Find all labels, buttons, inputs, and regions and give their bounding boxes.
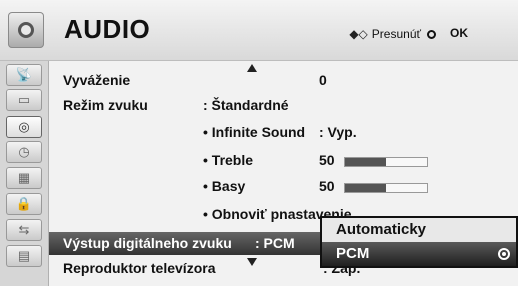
dpad-icon: ◆◇ <box>349 27 368 41</box>
treble-label[interactable]: • Treble <box>203 152 253 168</box>
infinite-sound-value: : Vyp. <box>319 124 357 140</box>
scroll-up-arrow-icon[interactable] <box>247 64 257 72</box>
page-title: AUDIO <box>64 14 151 44</box>
option-pcm[interactable]: PCM <box>322 242 516 266</box>
osd-window: AUDIO ◆◇ Presunúť OK 📡 ▭ ◎ ◷ ▦ 🔒 ⇆ ▤ Vyv… <box>0 0 518 286</box>
audio-icon[interactable]: ◎ <box>6 116 42 138</box>
tv-speaker-label[interactable]: Reproduktor televízora <box>63 260 215 276</box>
treble-value: 50 <box>319 152 335 168</box>
sound-mode-label[interactable]: Režim zvuku <box>63 97 148 113</box>
hint-move-label: Presunúť <box>371 27 421 41</box>
treble-slider-fill <box>345 158 386 166</box>
option-automaticky[interactable]: Automaticky <box>322 218 516 242</box>
balance-label[interactable]: Vyváženie <box>63 72 130 88</box>
sidebar: 📡 ▭ ◎ ◷ ▦ 🔒 ⇆ ▤ <box>0 61 49 286</box>
bass-slider-fill <box>345 184 386 192</box>
sound-mode-value: : Štandardné <box>203 97 289 113</box>
radio-selected-icon <box>498 248 510 260</box>
digital-out-value: : PCM <box>255 235 295 251</box>
screen-icon[interactable]: ▭ <box>6 89 42 111</box>
bass-slider[interactable] <box>344 183 428 193</box>
option-pcm-label: PCM <box>336 245 370 262</box>
navigation-hint: ◆◇ Presunúť OK <box>349 26 468 41</box>
ok-button-icon <box>427 29 436 39</box>
hint-ok-label: OK <box>450 26 468 40</box>
treble-slider[interactable] <box>344 157 428 167</box>
audio-menu-icon <box>8 12 44 48</box>
bass-label[interactable]: • Basy <box>203 178 245 194</box>
digital-out-popup: Automaticky PCM <box>320 216 518 268</box>
input-icon[interactable]: ⇆ <box>6 219 42 241</box>
bass-value: 50 <box>319 178 335 194</box>
infinite-sound-label[interactable]: • Infinite Sound <box>203 124 305 140</box>
usb-icon[interactable]: ▤ <box>6 245 42 267</box>
lock-icon[interactable]: 🔒 <box>6 193 42 215</box>
scroll-down-arrow-icon[interactable] <box>247 258 257 266</box>
header-bar: AUDIO ◆◇ Presunúť OK <box>0 0 518 61</box>
calendar-icon[interactable]: ▦ <box>6 167 42 189</box>
clock-icon[interactable]: ◷ <box>6 141 42 163</box>
balance-value: 0 <box>319 72 327 88</box>
digital-out-label: Výstup digitálneho zvuku <box>63 235 232 251</box>
antenna-icon[interactable]: 📡 <box>6 64 42 86</box>
